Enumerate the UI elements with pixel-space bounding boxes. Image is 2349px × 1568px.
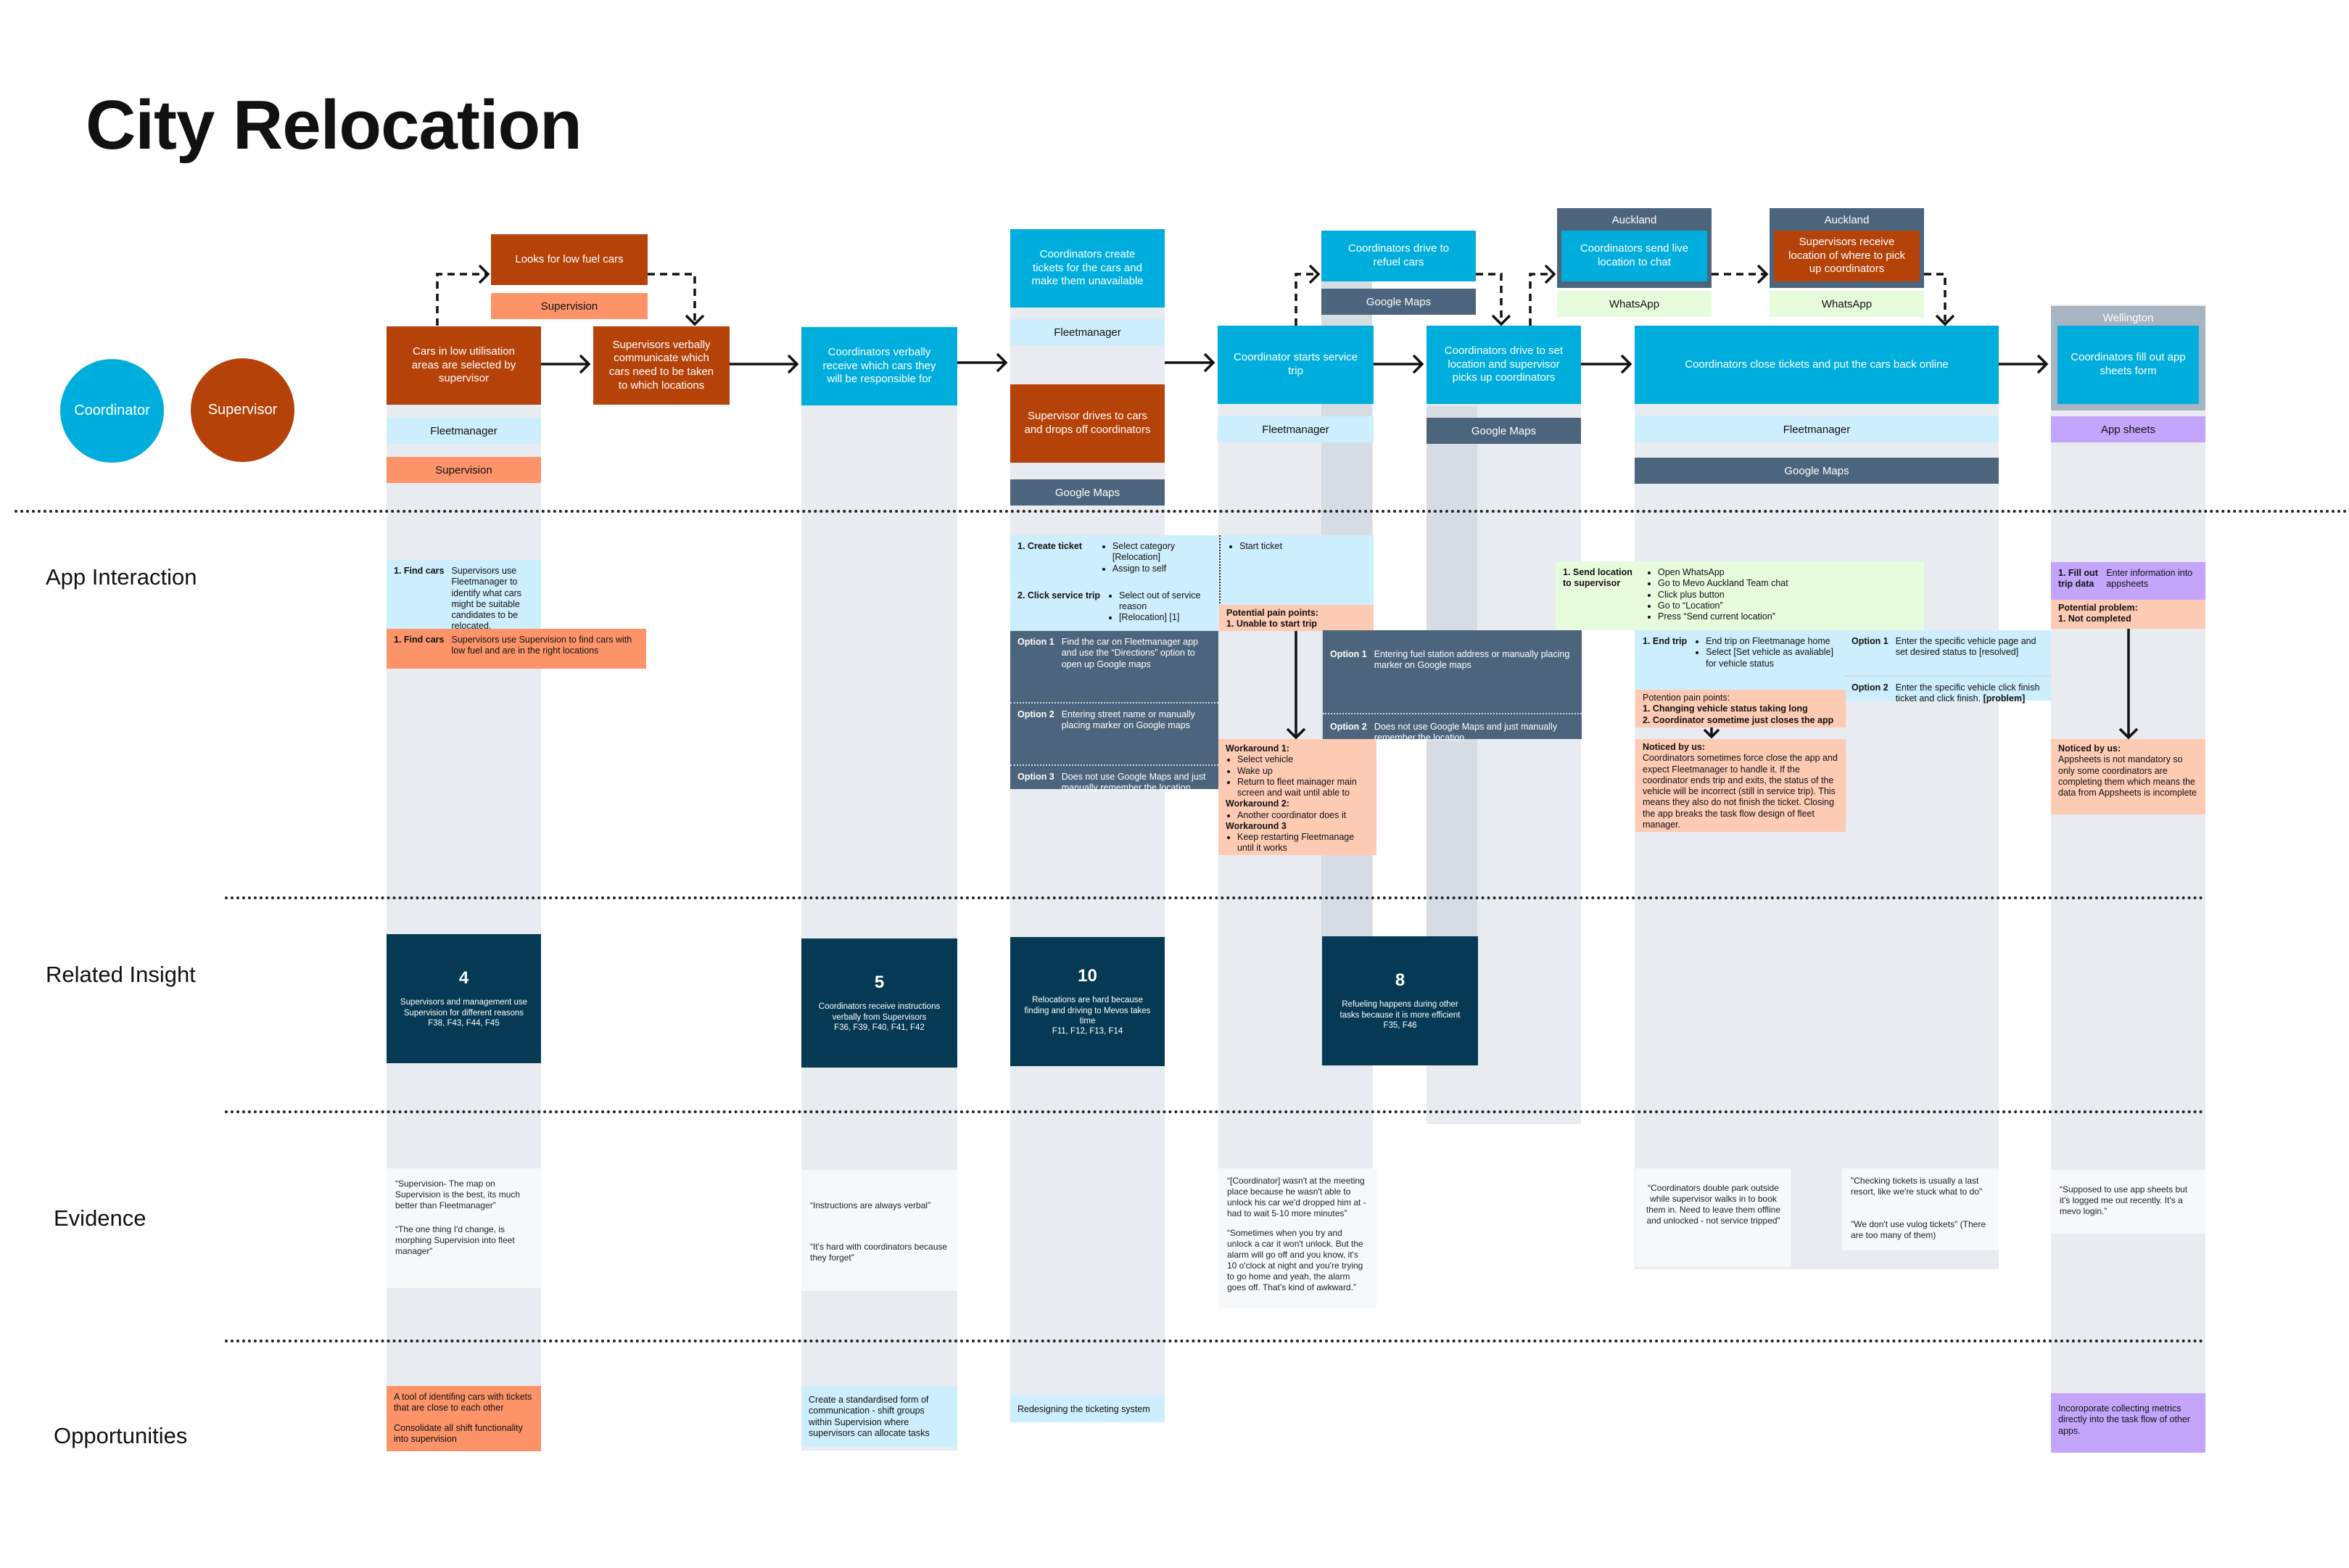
arrow-dashed [648,273,696,321]
arrow-dashed [1529,273,1553,326]
arrow-dashed [1295,273,1317,326]
arrow-solid [730,354,799,374]
arrow-solid [1999,354,2049,374]
arrow-down [1703,727,1720,739]
arrow-dashed [1924,273,1947,321]
arrow-dashed [1476,273,1503,321]
arrow-solid [1581,354,1632,374]
arrow-down [1286,631,1306,740]
arrow-down [2118,629,2139,740]
arrow-solid [957,352,1008,373]
arrow-solid [1374,354,1424,374]
arrow-solid [1165,352,1215,373]
arrow-solid [541,354,591,374]
flow-arrows [436,264,2139,740]
